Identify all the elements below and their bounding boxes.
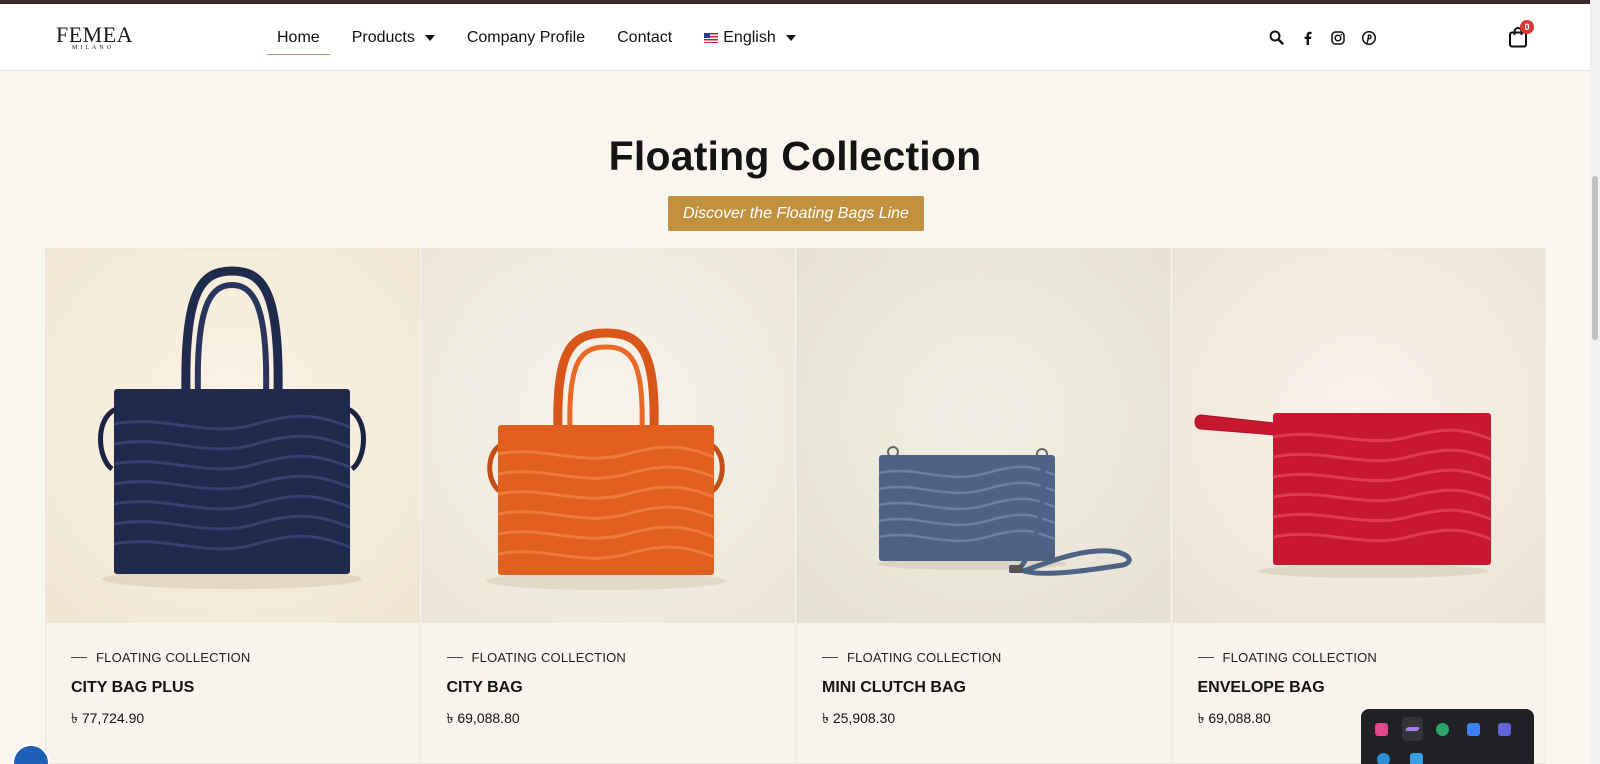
nav-products[interactable]: Products	[352, 4, 435, 71]
category-dash	[446, 657, 463, 658]
page-scrollbar[interactable]	[1590, 0, 1600, 764]
product-info: FLOATING COLLECTION CITY BAG ৳ 69,088.80	[446, 650, 785, 731]
tray-row	[1371, 747, 1524, 764]
product-category[interactable]: FLOATING COLLECTION	[1197, 650, 1536, 665]
app-icon[interactable]	[1371, 747, 1395, 764]
cart-button[interactable]: 0	[1508, 20, 1534, 50]
product-category[interactable]: FLOATING COLLECTION	[71, 650, 409, 665]
pinterest-icon[interactable]	[1361, 30, 1377, 46]
search-icon[interactable]	[1268, 30, 1284, 46]
product-image-city-bag-plus[interactable]	[46, 249, 419, 623]
scrollbar-thumb[interactable]	[1592, 176, 1598, 340]
category-label: FLOATING COLLECTION	[1222, 650, 1378, 665]
product-name[interactable]: MINI CLUTCH BAG	[822, 679, 1160, 697]
product-price: ৳ 25,908.30	[822, 710, 896, 726]
settings-icon[interactable]	[1463, 717, 1485, 741]
taskbar-tray	[1361, 709, 1534, 764]
facebook-icon[interactable]	[1299, 30, 1315, 46]
discover-floating-bags-button[interactable]: Discover the Floating Bags Line	[668, 196, 924, 231]
product-image-mini-clutch-bag[interactable]	[797, 249, 1170, 623]
language-selector[interactable]: English	[704, 4, 796, 71]
nav-company-profile[interactable]: Company Profile	[467, 4, 585, 71]
product-card[interactable]: FLOATING COLLECTION CITY BAG PLUS ৳ 77,7…	[45, 248, 420, 764]
instagram-icon[interactable]	[1330, 30, 1346, 46]
category-label: FLOATING COLLECTION	[471, 650, 627, 665]
cart-count-badge: 0	[1520, 20, 1534, 34]
chevron-down-icon	[785, 34, 796, 41]
photos-icon[interactable]	[1371, 717, 1393, 741]
product-category[interactable]: FLOATING COLLECTION	[446, 650, 785, 665]
product-image-city-bag[interactable]	[421, 249, 795, 623]
main-nav: Home Products Company Profile Contact En…	[267, 4, 828, 71]
nav-contact-label: Contact	[617, 28, 673, 46]
product-name[interactable]: CITY BAG	[447, 679, 785, 697]
product-name[interactable]: ENVELOPE BAG	[1198, 679, 1536, 697]
category-dash	[1197, 657, 1214, 658]
store-icon[interactable]	[1404, 747, 1428, 764]
nav-home-label: Home	[277, 28, 320, 46]
product-info: FLOATING COLLECTION CITY BAG PLUS ৳ 77,7…	[71, 650, 409, 731]
category-dash	[71, 657, 87, 658]
page-title: Floating Collection	[608, 133, 982, 179]
product-price: ৳ 69,088.80	[446, 710, 520, 726]
site-header: FEMEA MILANO Home Products Company Profi…	[0, 4, 1590, 71]
tray-row	[1371, 717, 1524, 741]
nav-contact[interactable]: Contact	[617, 4, 672, 71]
logo-text: FEMEA	[56, 22, 134, 47]
product-card[interactable]: FLOATING COLLECTION ENVELOPE BAG ৳ 69,08…	[1171, 248, 1546, 764]
category-label: FLOATING COLLECTION	[96, 650, 251, 665]
product-grid: FLOATING COLLECTION CITY BAG PLUS ৳ 77,7…	[45, 248, 1547, 764]
edge-icon[interactable]	[1432, 717, 1454, 741]
teams-icon[interactable]	[1493, 717, 1515, 741]
pen-icon[interactable]	[1401, 717, 1424, 741]
category-dash	[822, 657, 838, 658]
product-image-envelope-bag[interactable]	[1172, 249, 1546, 623]
brand-logo[interactable]: FEMEA MILANO	[56, 22, 134, 54]
product-card[interactable]: FLOATING COLLECTION MINI CLUTCH BAG ৳ 25…	[796, 248, 1171, 764]
us-flag-icon	[704, 32, 719, 43]
language-label: English	[723, 28, 776, 46]
product-info: FLOATING COLLECTION MINI CLUTCH BAG ৳ 25…	[822, 650, 1160, 731]
nav-products-label: Products	[351, 28, 415, 46]
category-label: FLOATING COLLECTION	[847, 650, 1002, 665]
chevron-down-icon	[424, 34, 435, 41]
nav-company-profile-label: Company Profile	[466, 28, 586, 46]
nav-home[interactable]: Home	[267, 4, 330, 71]
product-name[interactable]: CITY BAG PLUS	[71, 679, 409, 697]
product-category[interactable]: FLOATING COLLECTION	[822, 650, 1160, 665]
header-icons	[1268, 4, 1392, 71]
product-price: ৳ 77,724.90	[71, 710, 145, 726]
product-card[interactable]: FLOATING COLLECTION CITY BAG ৳ 69,088.80	[420, 248, 795, 764]
